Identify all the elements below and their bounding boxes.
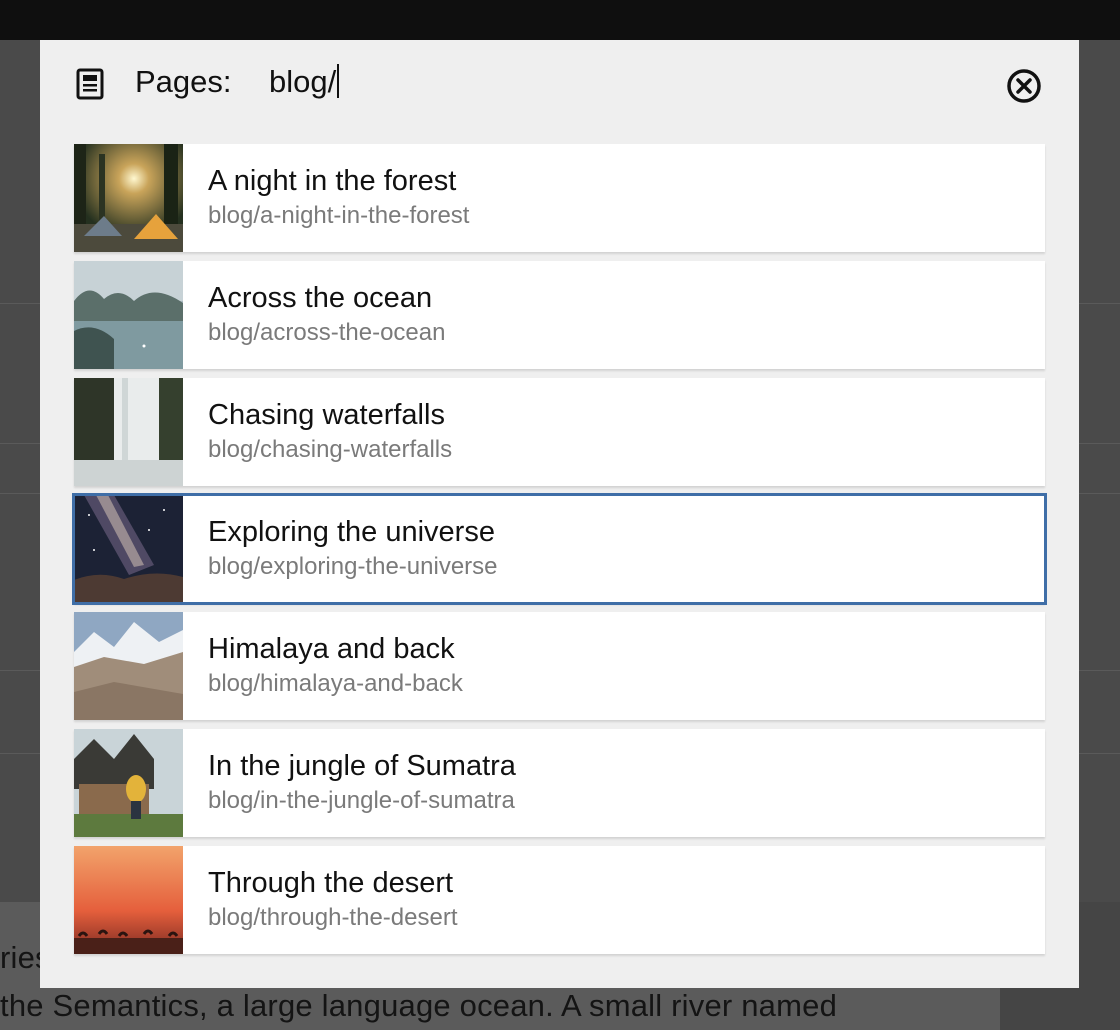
page-title: Himalaya and back (208, 633, 455, 665)
page-slug: blog/himalaya-and-back (208, 670, 463, 697)
page-slug: blog/a-night-in-the-forest (208, 202, 470, 229)
page-title: Across the ocean (208, 282, 433, 314)
page-icon (74, 68, 106, 100)
page-result-item[interactable]: In the jungle of Sumatra blog/in-the-jun… (74, 729, 1045, 837)
text-caret (337, 64, 340, 98)
page-slug: blog/through-the-desert (208, 904, 458, 931)
page-slug: blog/in-the-jungle-of-sumatra (208, 787, 515, 814)
page-result-item[interactable]: Through the desert blog/through-the-dese… (74, 846, 1045, 954)
page-title: In the jungle of Sumatra (208, 750, 516, 782)
page-result-item[interactable]: A night in the forest blog/a-night-in-th… (74, 144, 1045, 252)
ocean-bay-image (74, 261, 183, 369)
dialog-header: Pages: blog/ (40, 40, 1079, 136)
page-title: Through the desert (208, 867, 454, 899)
waterfall-image (74, 378, 183, 486)
page-title: Chasing waterfalls (208, 399, 445, 431)
page-result-item-selected[interactable]: Exploring the universe blog/exploring-th… (72, 493, 1047, 605)
pages-dialog: Pages: blog/ A night in the forest blog/… (40, 40, 1079, 988)
search-query: blog/ (269, 64, 337, 99)
jungle-house-image (74, 729, 183, 837)
desert-sunset-image (74, 846, 183, 954)
close-button[interactable] (1004, 66, 1044, 106)
page-slug: blog/chasing-waterfalls (208, 436, 453, 463)
forest-camp-image (74, 144, 183, 252)
page-result-item[interactable]: Himalaya and back blog/himalaya-and-back (74, 612, 1045, 720)
search-input[interactable]: blog/ (269, 64, 340, 100)
page-title: Exploring the universe (208, 516, 495, 548)
editor-text-line: the Semantics, a large language ocean. A… (0, 988, 838, 1023)
night-sky-image (74, 495, 183, 603)
dialog-label: Pages: (135, 64, 232, 99)
page-result-item[interactable]: Across the ocean blog/across-the-ocean (74, 261, 1045, 369)
mountains-image (74, 612, 183, 720)
page-title: A night in the forest (208, 165, 457, 197)
page-result-item[interactable]: Chasing waterfalls blog/chasing-waterfal… (74, 378, 1045, 486)
page-slug: blog/across-the-ocean (208, 319, 446, 346)
close-icon (1007, 69, 1041, 103)
page-slug: blog/exploring-the-universe (208, 553, 498, 580)
